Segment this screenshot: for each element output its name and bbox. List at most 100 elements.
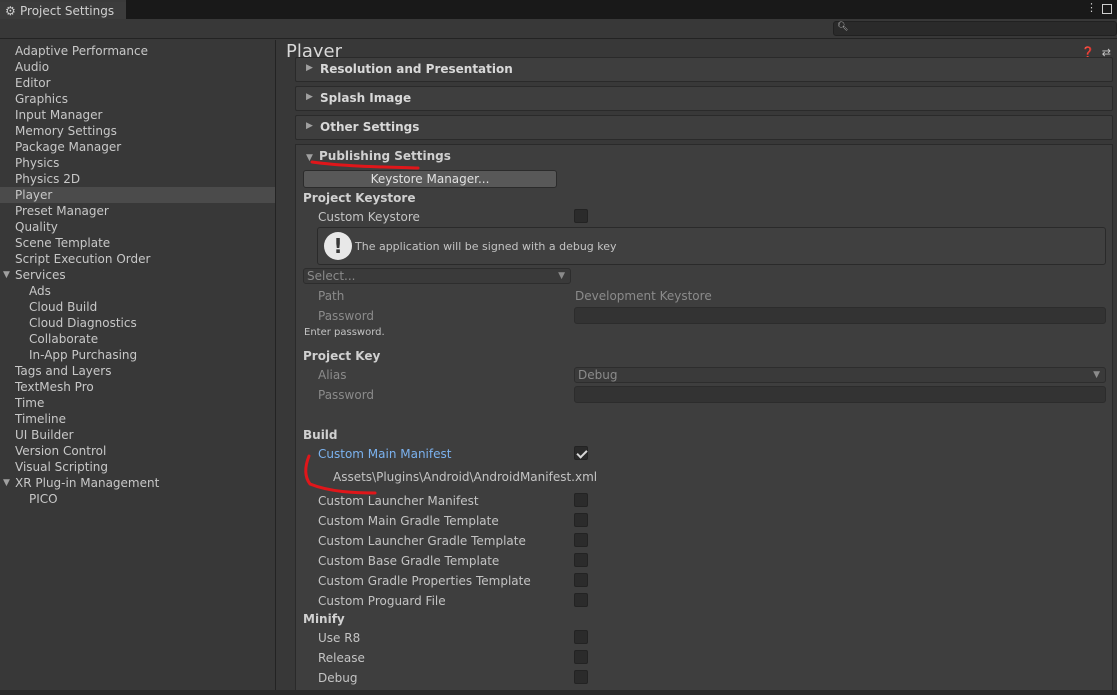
sidebar-item-services[interactable]: ▼ Services <box>0 267 275 283</box>
sidebar-item-quality[interactable]: Quality <box>0 219 275 235</box>
sidebar-item-textmesh-pro[interactable]: TextMesh Pro <box>0 379 275 395</box>
custom-main-manifest-checkbox[interactable] <box>574 446 588 460</box>
help-text: The application will be signed with a de… <box>355 240 617 253</box>
sidebar-item-memory-settings[interactable]: Memory Settings <box>0 123 275 139</box>
bottom-bar <box>0 690 1117 695</box>
sidebar-item-in-app-purchasing[interactable]: In-App Purchasing <box>0 347 275 363</box>
debug-label: Debug <box>318 671 358 685</box>
use-r8-label: Use R8 <box>318 631 361 645</box>
custom-launcher-manifest-checkbox[interactable] <box>574 493 588 507</box>
gear-icon: ⚙ <box>5 3 16 18</box>
custom-proguard-label: Custom Proguard File <box>318 594 446 608</box>
keystore-select-dropdown[interactable]: Select... ▼ <box>303 268 571 284</box>
sidebar-item-scene-template[interactable]: Scene Template <box>0 235 275 251</box>
foldout-label: Resolution and Presentation <box>320 62 513 76</box>
custom-main-manifest-label: Custom Main Manifest <box>318 447 452 461</box>
release-label: Release <box>318 651 365 665</box>
custom-base-gradle-checkbox[interactable] <box>574 553 588 567</box>
sidebar-item-version-control[interactable]: Version Control <box>0 443 275 459</box>
foldout-resolution[interactable]: ▶ Resolution and Presentation <box>295 57 1113 82</box>
search-icon: 🔍︎ <box>837 22 849 32</box>
foldout-label: Other Settings <box>320 120 420 134</box>
collapsed-arrow-icon: ▶ <box>306 92 313 102</box>
sidebar-item-input-manager[interactable]: Input Manager <box>0 107 275 123</box>
sidebar-item-label: XR Plug-in Management <box>15 476 160 490</box>
custom-keystore-label: Custom Keystore <box>318 210 420 224</box>
more-options-icon[interactable]: ⋮ <box>1086 1 1097 14</box>
release-checkbox[interactable] <box>574 650 588 664</box>
sidebar-item-graphics[interactable]: Graphics <box>0 91 275 107</box>
enter-password-hint: Enter password. <box>304 327 385 338</box>
expand-arrow-icon[interactable]: ▼ <box>3 267 10 283</box>
warning-icon: ! <box>324 232 352 260</box>
sidebar-item-pico[interactable]: PICO <box>0 491 275 507</box>
debug-checkbox[interactable] <box>574 670 588 684</box>
path-value: Development Keystore <box>575 289 712 303</box>
sidebar-item-timeline[interactable]: Timeline <box>0 411 275 427</box>
settings-sidebar: Adaptive Performance Audio Editor Graphi… <box>0 40 276 690</box>
expanded-arrow-icon[interactable]: ▼ <box>306 153 313 163</box>
sidebar-item-cloud-build[interactable]: Cloud Build <box>0 299 275 315</box>
alias-dropdown[interactable]: Debug ▼ <box>574 367 1106 383</box>
custom-keystore-checkbox[interactable] <box>574 209 588 223</box>
build-header: Build <box>303 428 338 442</box>
inspector-panel: Player ❓ ⇄ ▶ Resolution and Presentation … <box>277 40 1117 690</box>
custom-launcher-gradle-checkbox[interactable] <box>574 533 588 547</box>
project-settings-tab[interactable]: ⚙ Project Settings <box>0 0 126 19</box>
custom-main-gradle-checkbox[interactable] <box>574 513 588 527</box>
chevron-down-icon: ▼ <box>1093 370 1100 380</box>
sidebar-item-package-manager[interactable]: Package Manager <box>0 139 275 155</box>
dropdown-value: Select... <box>307 269 356 283</box>
alias-label: Alias <box>318 368 347 382</box>
custom-main-gradle-label: Custom Main Gradle Template <box>318 514 499 528</box>
tab-title: Project Settings <box>20 3 115 18</box>
keystore-password-field[interactable] <box>574 307 1106 324</box>
title-bar: ⚙ Project Settings ⋮ <box>0 0 1117 19</box>
sidebar-item-adaptive-performance[interactable]: Adaptive Performance <box>0 43 275 59</box>
keystore-manager-button[interactable]: Keystore Manager... <box>303 170 557 188</box>
foldout-splash-image[interactable]: ▶ Splash Image <box>295 86 1113 111</box>
dropdown-value: Debug <box>578 368 618 382</box>
collapsed-arrow-icon: ▶ <box>306 63 313 73</box>
maximize-icon[interactable] <box>1102 4 1112 14</box>
custom-gradle-properties-label: Custom Gradle Properties Template <box>318 574 531 588</box>
expand-arrow-icon[interactable]: ▼ <box>3 475 10 491</box>
custom-gradle-properties-checkbox[interactable] <box>574 573 588 587</box>
foldout-publishing-settings[interactable]: Publishing Settings <box>319 149 451 163</box>
sidebar-item-player[interactable]: Player <box>0 187 275 203</box>
sidebar-item-editor[interactable]: Editor <box>0 75 275 91</box>
password-label: Password <box>318 309 375 323</box>
foldout-other-settings[interactable]: ▶ Other Settings <box>295 115 1113 140</box>
project-keystore-header: Project Keystore <box>303 191 416 205</box>
sidebar-item-xr-plugin-management[interactable]: ▼ XR Plug-in Management <box>0 475 275 491</box>
sidebar-item-audio[interactable]: Audio <box>0 59 275 75</box>
collapsed-arrow-icon: ▶ <box>306 121 313 131</box>
custom-launcher-manifest-label: Custom Launcher Manifest <box>318 494 479 508</box>
sidebar-item-time[interactable]: Time <box>0 395 275 411</box>
sidebar-item-script-execution-order[interactable]: Script Execution Order <box>0 251 275 267</box>
sidebar-item-preset-manager[interactable]: Preset Manager <box>0 203 275 219</box>
custom-launcher-gradle-label: Custom Launcher Gradle Template <box>318 534 526 548</box>
sidebar-item-physics-2d[interactable]: Physics 2D <box>0 171 275 187</box>
use-r8-checkbox[interactable] <box>574 630 588 644</box>
foldout-label: Splash Image <box>320 91 412 105</box>
manifest-path: Assets\Plugins\Android\AndroidManifest.x… <box>333 470 598 484</box>
sidebar-item-visual-scripting[interactable]: Visual Scripting <box>0 459 275 475</box>
sidebar-item-collaborate[interactable]: Collaborate <box>0 331 275 347</box>
chevron-down-icon: ▼ <box>558 271 565 281</box>
minify-header: Minify <box>303 612 345 626</box>
sidebar-item-ui-builder[interactable]: UI Builder <box>0 427 275 443</box>
custom-proguard-checkbox[interactable] <box>574 593 588 607</box>
project-key-header: Project Key <box>303 349 381 363</box>
sidebar-item-physics[interactable]: Physics <box>0 155 275 171</box>
help-box: ! The application will be signed with a … <box>317 227 1106 265</box>
path-label: Path <box>318 289 345 303</box>
sidebar-item-ads[interactable]: Ads <box>0 283 275 299</box>
custom-base-gradle-label: Custom Base Gradle Template <box>318 554 500 568</box>
search-input[interactable]: 🔍︎ <box>833 21 1117 36</box>
key-password-field[interactable] <box>574 386 1106 403</box>
publishing-settings-section: ▼ Publishing Settings Keystore Manager..… <box>295 144 1113 690</box>
sidebar-item-tags-and-layers[interactable]: Tags and Layers <box>0 363 275 379</box>
sidebar-item-cloud-diagnostics[interactable]: Cloud Diagnostics <box>0 315 275 331</box>
sidebar-item-label: Services <box>15 268 66 282</box>
